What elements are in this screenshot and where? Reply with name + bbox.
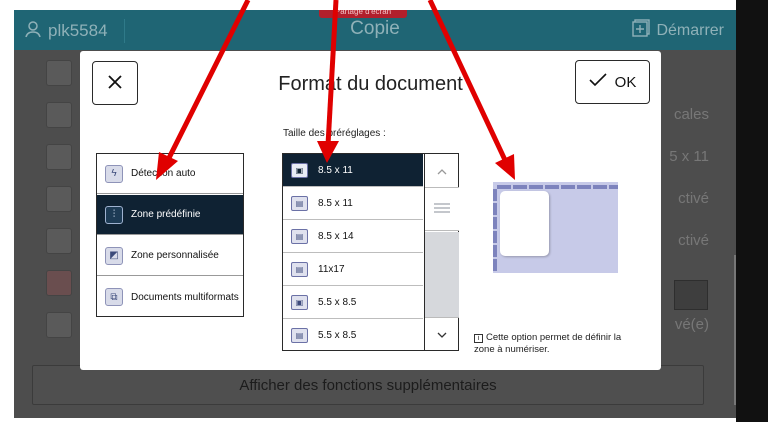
landscape-page-icon: ▤ (291, 228, 308, 244)
preview-left-ruler (493, 189, 497, 273)
preset-label: 8.5 x 11 (318, 164, 353, 176)
scroll-track[interactable] (425, 232, 459, 317)
preset-item[interactable]: ▤ 5.5 x 8.5 (283, 319, 423, 352)
option-icon (46, 60, 72, 86)
page-scrollbar[interactable] (734, 255, 736, 405)
drag-handle-icon (434, 200, 450, 218)
option-icon (46, 312, 72, 338)
info-note: i Cette option permet de définir la zone … (474, 332, 644, 356)
option-icon (46, 102, 72, 128)
info-text: Cette option permet de définir la zone à… (474, 332, 622, 355)
ok-button[interactable]: OK (575, 60, 650, 104)
chevron-down-icon (437, 327, 447, 341)
mode-custom-area[interactable]: ◩ Zone personnalisée (97, 236, 243, 276)
presets-label: Taille des préréglages : (283, 128, 386, 139)
ok-label: OK (614, 73, 637, 91)
preset-label: 8.5 x 14 (318, 230, 354, 242)
landscape-page-icon: ▤ (291, 328, 308, 343)
start-label: Démarrer (656, 21, 724, 39)
dialog-title: Format du document (278, 73, 463, 95)
start-button[interactable]: Démarrer (632, 19, 724, 42)
multi-format-icon: ⧉ (105, 288, 123, 306)
document-format-dialog: Format du document OK ϟ Détection auto ⫶… (80, 51, 661, 370)
top-margin (0, 0, 768, 10)
scroll-up-button[interactable] (425, 154, 459, 187)
preset-scrollbar[interactable] (424, 154, 459, 350)
auto-detect-icon: ϟ (105, 164, 123, 183)
option-value: vé(e) (674, 316, 709, 333)
chevron-up-icon (437, 164, 447, 178)
preset-item[interactable]: ▣ 8.5 x 11 (283, 154, 423, 187)
option-value: cales (673, 106, 709, 123)
checkmark-icon (589, 73, 607, 91)
more-functions-button[interactable]: Afficher des fonctions supplémentaires (32, 365, 704, 405)
screen-share-badge: Partage d'écran (319, 10, 407, 18)
app-header: plk5584 Partage d'écran Copie Démarrer (14, 10, 736, 50)
app-title: Copie (350, 18, 400, 39)
scan-area-preview (493, 182, 618, 273)
landscape-page-icon: ▤ (291, 195, 308, 211)
preview-top-ruler (497, 185, 618, 189)
landscape-page-icon: ▤ (291, 261, 308, 277)
preset-size-list: ▣ 8.5 x 11 ▤ 8.5 x 11 ▤ 8.5 x 14 ▤ 11x17… (282, 153, 459, 351)
mode-label: Documents multiformats (131, 291, 239, 303)
option-value: 5 x 11 (669, 148, 709, 165)
mode-label: Détection auto (131, 168, 196, 179)
portrait-page-icon: ▣ (291, 162, 308, 178)
preset-item[interactable]: ▤ 8.5 x 14 (283, 220, 423, 253)
preset-label: 5.5 x 8.5 (318, 330, 357, 341)
custom-area-icon: ◩ (105, 246, 123, 265)
option-value: ctivé (678, 232, 709, 249)
mode-preset-area[interactable]: ⫶ Zone prédéfinie (97, 195, 243, 235)
mode-multi-format[interactable]: ⧉ Documents multiformats (97, 277, 243, 317)
mode-label: Zone prédéfinie (131, 209, 201, 220)
preset-sliders-icon: ⫶ (105, 205, 123, 224)
preset-item[interactable]: ▣ 5.5 x 8.5 (283, 286, 423, 319)
right-edge (736, 0, 768, 422)
option-icon (46, 228, 72, 254)
preset-label: 5.5 x 8.5 (318, 296, 357, 308)
scroll-down-button[interactable] (425, 317, 459, 350)
option-input-box[interactable] (674, 280, 708, 310)
option-icon (46, 144, 72, 170)
option-icon (46, 270, 72, 296)
preset-label: 8.5 x 11 (318, 197, 353, 209)
format-mode-list: ϟ Détection auto ⫶ Zone prédéfinie ◩ Zon… (96, 153, 244, 317)
start-icon (632, 19, 651, 42)
mode-auto-detect[interactable]: ϟ Détection auto (97, 154, 243, 194)
mode-label: Zone personnalisée (131, 250, 219, 261)
scroll-thumb[interactable] (425, 187, 459, 231)
preview-page (500, 191, 549, 256)
preset-label: 11x17 (318, 263, 345, 275)
preset-item[interactable]: ▤ 11x17 (283, 253, 423, 286)
info-icon: i (474, 334, 483, 343)
portrait-page-icon: ▣ (291, 294, 308, 310)
option-value: ctivé (678, 190, 709, 207)
option-icon (46, 186, 72, 212)
preset-item[interactable]: ▤ 8.5 x 11 (283, 187, 423, 220)
